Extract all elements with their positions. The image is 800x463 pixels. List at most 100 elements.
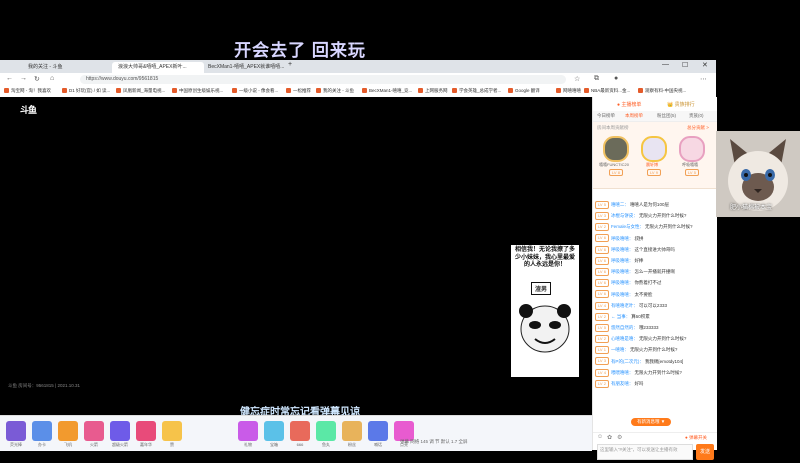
anchor-rank-link[interactable]: ● 主播榜单 (617, 101, 641, 108)
gift-icon[interactable] (290, 421, 310, 441)
new-message-button[interactable]: 有新消息哦 ▼ (631, 418, 672, 426)
chat-message: LV 2 ← 当事：算60积累 (595, 311, 715, 322)
gift-icon[interactable] (110, 421, 130, 441)
bookmark-item[interactable]: 凤凰新闻_海量电视... (116, 88, 165, 94)
home-icon[interactable]: ⌂ (50, 75, 54, 82)
send-button[interactable]: 发送 (696, 444, 714, 460)
gift-icon[interactable] (58, 421, 78, 441)
bookmark-item[interactable]: D1 好玩(官) / 如 读... (62, 88, 110, 94)
gift-icon[interactable] (6, 421, 26, 441)
chat-nickname[interactable]: 嘻嘻二： (611, 202, 629, 207)
browser-tab-active[interactable]: 浪浪大帅哥&嘻嘻_APEX新叶... (112, 62, 204, 73)
gift-icon[interactable] (84, 421, 104, 441)
settings-icon[interactable]: ⚙ (617, 434, 622, 441)
profile-icon[interactable]: ● (614, 75, 618, 82)
chat-text: 算60积累 (631, 313, 650, 319)
new-tab-icon[interactable]: + (288, 61, 292, 68)
chat-text: 哦233333 (638, 325, 659, 331)
tab-week[interactable]: 本周榜单 (625, 113, 643, 119)
gift-icon[interactable] (238, 421, 258, 441)
chat-input[interactable]: 这里输入“#关注”，可以发送让主播有效 (597, 444, 693, 460)
level-badge: LV 6 (595, 267, 609, 276)
forward-icon[interactable]: → (20, 75, 27, 82)
chat-nickname[interactable]: 呼吸嘻嘻： (611, 258, 634, 263)
chat-nickname[interactable]: 呼吸嘻嘻： (611, 269, 634, 274)
bookmark-item[interactable]: BecXMan1-嘻嘻_竞... (362, 88, 412, 94)
menu-icon[interactable]: ⋯ (700, 75, 707, 83)
avatar[interactable] (641, 136, 667, 162)
webcam-caption: 肥小猫棉被本宝 (730, 205, 773, 211)
level-badge: LV 2 (595, 312, 609, 321)
chat-nickname[interactable]: 有朋友嘻： (611, 381, 634, 386)
bookmark-item[interactable]: NBA最新资料...金... (584, 88, 630, 94)
gift-label: 嘉年华 (140, 442, 152, 447)
gift-icon[interactable] (264, 421, 284, 441)
chat-nickname[interactable]: 呼吸嘻嘻： (611, 292, 634, 297)
chat-nickname[interactable]: ← 当事： (611, 314, 630, 319)
gift-icon[interactable] (342, 421, 362, 441)
gift-icon[interactable] (32, 421, 52, 441)
chat-nickname[interactable]: 有P的(二次元)： (611, 359, 644, 364)
emoji-icon[interactable]: ☺ (597, 434, 603, 440)
chat-nickname[interactable]: Female与女性： (611, 224, 644, 229)
chat-nickname[interactable]: 有嘻嘻老叶： (611, 303, 638, 308)
url-input[interactable]: https://www.douyu.com/9561815 (80, 75, 566, 84)
chat-message: LV 5 悠然自然的：哦233333 (595, 322, 715, 333)
bookmark-item[interactable]: 一级小说 - 像会看... (232, 88, 278, 94)
chat-message: LV 6 呼吸嘻嘻：怎么一开播就开撞啊 (595, 266, 715, 277)
bookmark-item[interactable]: 一松推荐 (286, 88, 311, 94)
gift-label: 荧光棒 (10, 442, 22, 447)
level-badge: LV 3 (595, 357, 609, 366)
rank-more-link[interactable]: 总分贡献 > (687, 125, 709, 131)
refresh-icon[interactable]: ↻ (34, 75, 40, 83)
bookmark-item[interactable]: 中国原创生级娱乐视... (172, 88, 223, 94)
bookmark-item[interactable]: 淘宝网 - 淘！我喜欢 (4, 88, 51, 94)
gift-icon[interactable] (136, 421, 156, 441)
chat-nickname[interactable]: 呼吸嘻嘻： (611, 247, 634, 252)
minimize-icon[interactable]: — (662, 61, 669, 68)
chat-nickname[interactable]: 心嘻嘻是嘻： (611, 336, 638, 341)
browser-window: 我的关注 - 斗鱼 浪浪大帅哥&嘻嘻_APEX新叶... BecXMan1-嘻嘻… (0, 60, 717, 460)
bookmark-item[interactable]: Google 翻译 (508, 88, 540, 94)
chat-text: 好吗 (634, 381, 644, 386)
tab-noble[interactable]: 贵族(0) (689, 113, 704, 119)
bookmark-item[interactable]: 上网服务网 (418, 88, 448, 94)
avatar[interactable] (679, 136, 705, 162)
star-icon[interactable]: ☆ (574, 75, 580, 83)
chat-message: LV 6 呼吸嘻嘻：太不要脸 (595, 289, 715, 300)
gift-icon[interactable] (394, 421, 414, 441)
tab-today[interactable]: 今日榜单 (597, 113, 615, 119)
bookmark-item[interactable]: 学会英雄_总成学者... (452, 88, 501, 94)
bookmark-item[interactable]: 网嘻嘻嘻 (556, 88, 581, 94)
noble-rank-link[interactable]: 👑 贵族排行 (667, 101, 695, 108)
browser-tab[interactable]: 我的关注 - 斗鱼 (22, 62, 112, 73)
chat-message: LV 2 有朋友嘻：好吗 (595, 378, 715, 389)
collections-icon[interactable]: ⧉ (594, 75, 599, 83)
maximize-icon[interactable]: ☐ (682, 61, 688, 69)
gift-icon[interactable] (162, 421, 182, 441)
chat-nickname[interactable]: 喂喂嘻嘻： (611, 370, 634, 375)
chat-input-area: 这里输入“#关注”，可以发送让主播有效 发送 (593, 443, 717, 463)
browser-tab[interactable]: BecXMan1-嘻嘻_APEX就谁嘻嘻... (202, 62, 294, 73)
bookmark-item[interactable]: 我的关注 - 斗鱼 (316, 88, 354, 94)
back-icon[interactable]: ← (6, 75, 13, 82)
chat-nickname[interactable]: 一嘻嘻： (611, 347, 629, 352)
video-player[interactable]: 斗鱼 相信我！无论我撩了多少小妹妹，我心里最爱的人永远是你！ 渣男 斗鱼 房间号… (0, 97, 592, 418)
gift-icon[interactable] (316, 421, 336, 441)
chat-text: 无限火力开到什么时候? (644, 224, 693, 230)
player-controls[interactable]: 弹幕 网络 145 调 节 默认 1.7 全屏 (400, 439, 468, 445)
chat-nickname[interactable]: 呼吸嘻嘻： (611, 280, 634, 285)
avatar[interactable] (603, 136, 629, 162)
gift-icon[interactable]: ✿ (607, 434, 612, 441)
chat-nickname[interactable]: 呼吸嘻嘻： (611, 236, 634, 241)
chat-nickname[interactable]: 悠然自然的： (611, 325, 638, 330)
bookmark-item[interactable]: 观察有料-中国央视... (638, 88, 686, 94)
gift-icon[interactable] (368, 421, 388, 441)
tab-fans[interactable]: 粉丝团(5) (657, 113, 676, 119)
close-icon[interactable]: ✕ (702, 61, 708, 69)
chat-nickname[interactable]: 冰棍与饼皮： (611, 213, 638, 218)
meme-stamp: 渣男 (531, 282, 552, 295)
danmaku-toggle[interactable]: ● 弹幕开关 (685, 435, 707, 441)
chat-text: 太不要脸 (634, 291, 653, 297)
webcam-overlay: 肥小猫棉被本宝 (716, 131, 800, 217)
